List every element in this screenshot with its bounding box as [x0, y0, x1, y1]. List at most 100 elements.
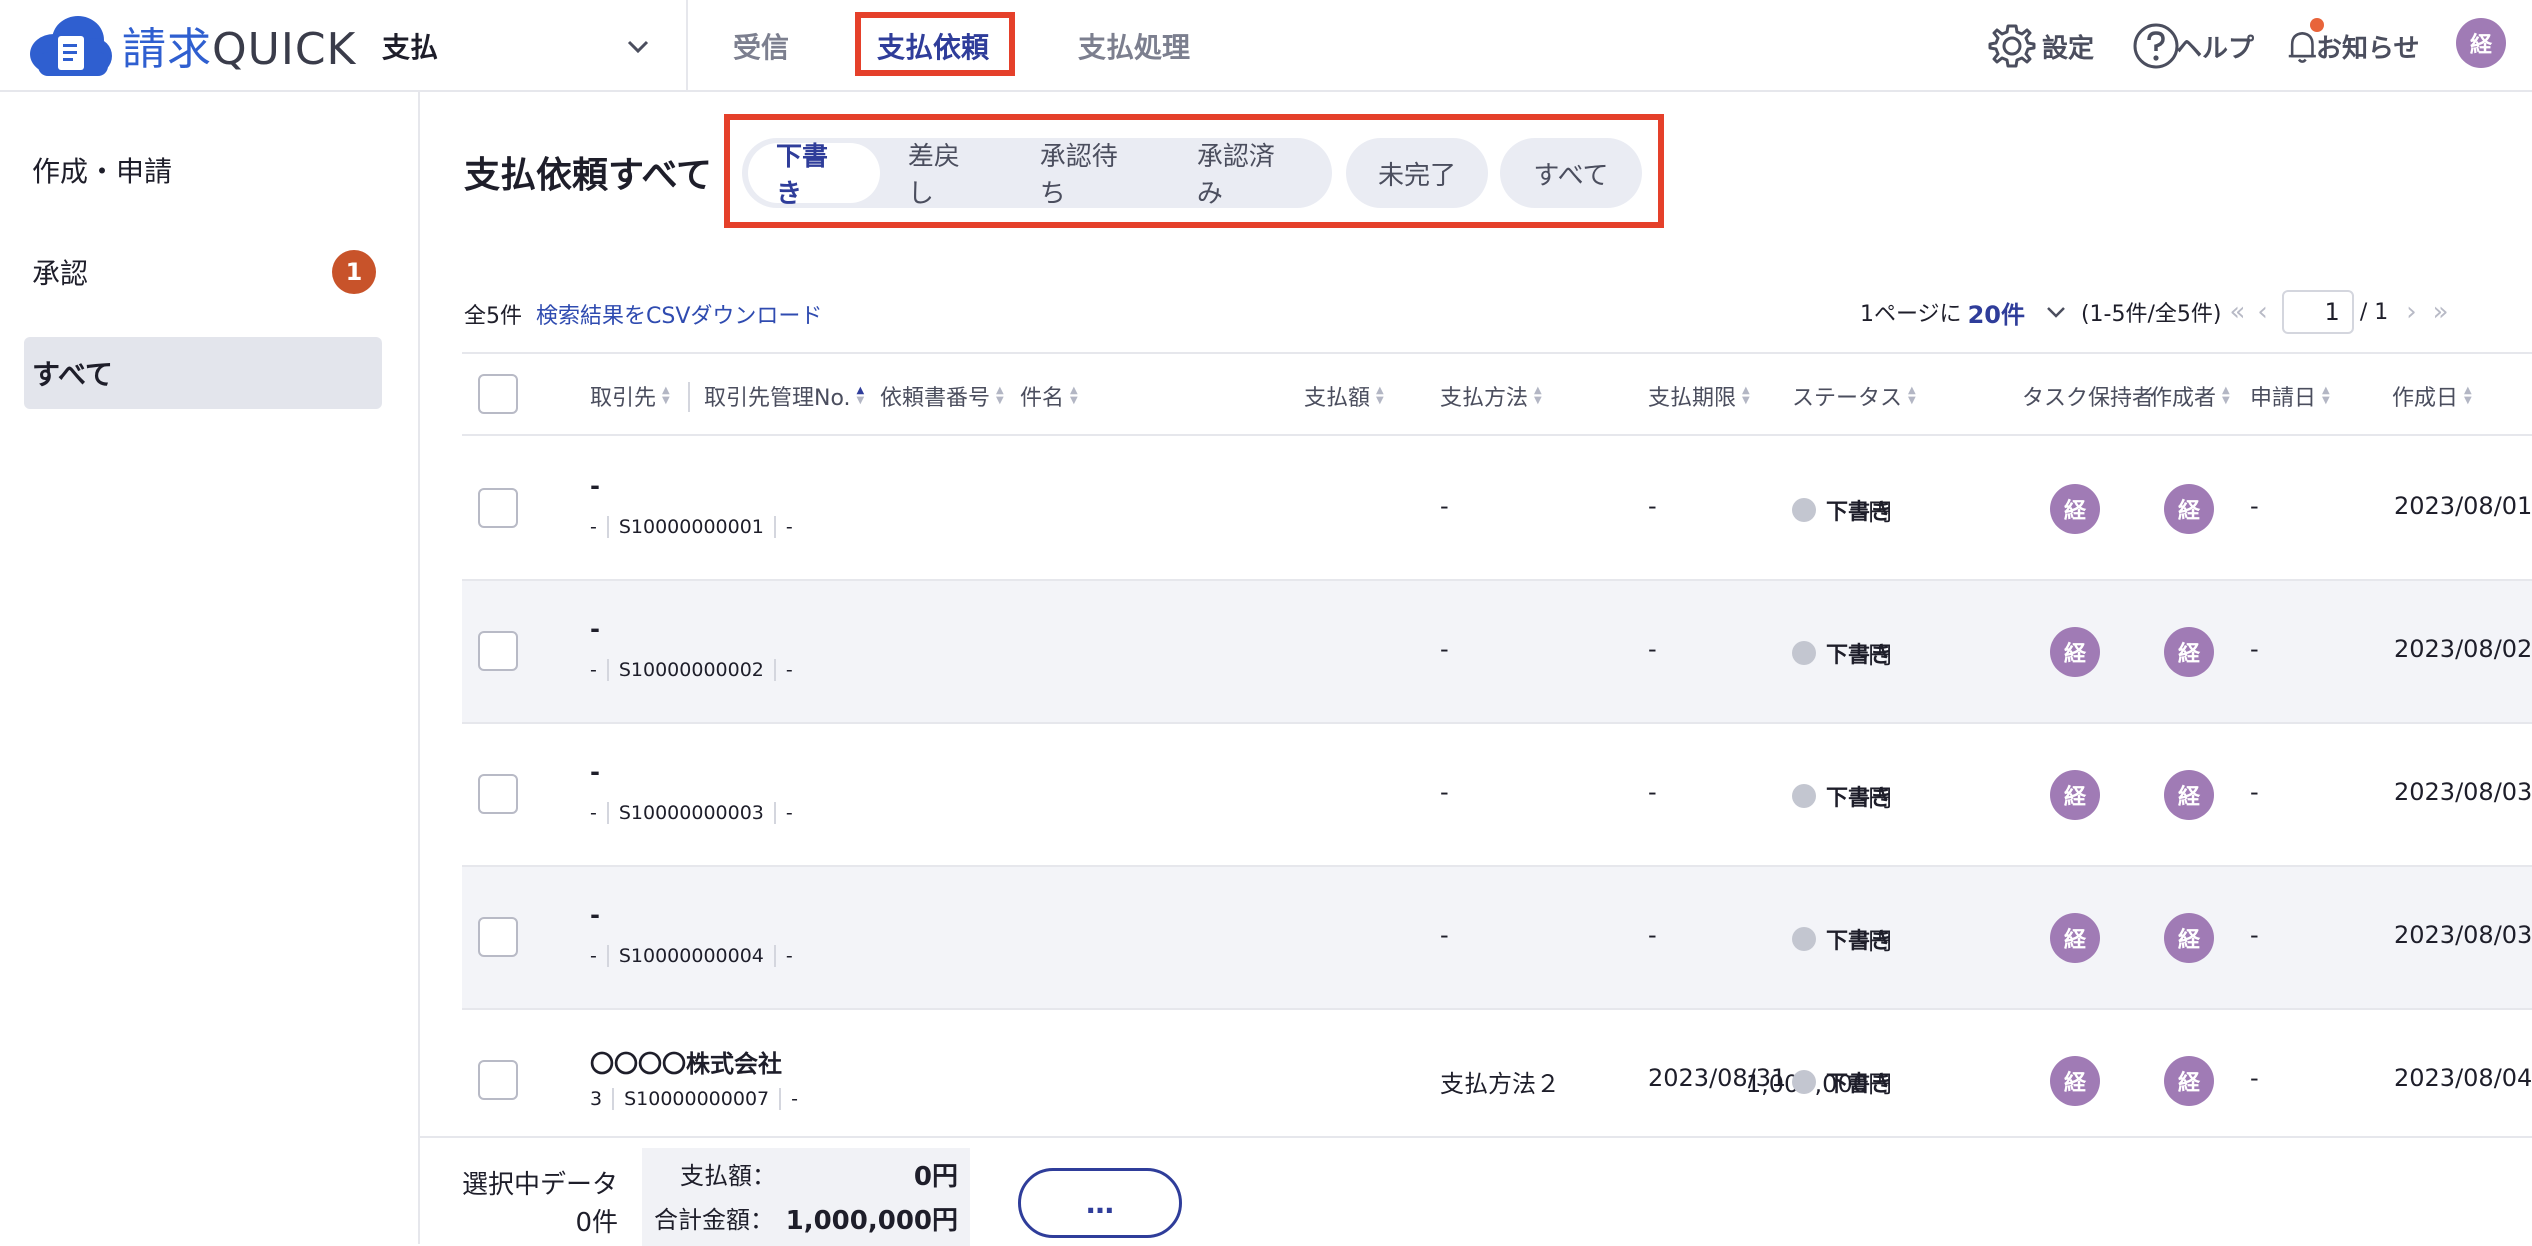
chevron-down-icon [627, 40, 649, 54]
status-filter-group: 下書き 差戻し 承認待ち 承認済み [742, 138, 1332, 209]
app-logo[interactable]: 請求QUICK [28, 12, 356, 78]
notification-dot [2310, 18, 2324, 32]
vendor-no: - [590, 516, 597, 538]
col-vendor[interactable]: 取引先 ▲ ▼ [590, 380, 670, 412]
sidebar-item-create-apply[interactable]: 作成・申請 [24, 134, 382, 206]
first-page-icon[interactable]: « [2229, 297, 2245, 327]
status-label: 下書き [1826, 500, 1893, 525]
applied-date: - [2250, 778, 2259, 806]
sort-icon: ▲ ▼ [662, 385, 670, 406]
filter-incomplete[interactable]: 未完了 [1346, 143, 1488, 203]
request-no: S10000000001 [618, 516, 764, 538]
filter-returned[interactable]: 差戻し [880, 142, 1012, 209]
vendor-name: - [590, 758, 600, 786]
col-created-date[interactable]: 作成日 ▲ ▼ [2392, 380, 2472, 412]
col-amount[interactable]: 支払額 ▲ ▼ [1304, 380, 1384, 412]
selected-data-summary: 選択中データ 0件 [462, 1166, 618, 1242]
col-due-date[interactable]: 支払期限 ▲ ▼ [1648, 380, 1750, 412]
created-date: 2023/08/03 [2394, 921, 2532, 949]
payment-due-date: - [1648, 778, 1657, 806]
module-selector[interactable]: 支払 [382, 18, 652, 74]
last-page-icon[interactable]: » [2433, 297, 2449, 327]
table-row[interactable]: - - S10000000004- -円 - - 下書き経経 -2023/08/03 [462, 867, 2532, 1010]
table-row[interactable]: - - S10000000003- -円 - - 下書き経経 -2023/08/03 [462, 724, 2532, 867]
row-checkbox[interactable] [478, 631, 518, 671]
chevron-down-icon[interactable] [2043, 299, 2069, 325]
subline-divider [606, 945, 609, 967]
payment-due-date: - [1648, 635, 1657, 663]
col-request-no[interactable]: 依頼書番号 ▲ ▼ [880, 380, 1004, 412]
prev-page-icon[interactable]: ‹ [2257, 297, 2267, 327]
filter-all[interactable]: すべて [1500, 143, 1642, 203]
sort-icon: ▲ ▼ [2322, 385, 2330, 406]
col-applied-date[interactable]: 申請日 ▲ ▼ [2250, 380, 2330, 412]
status-label: 下書き [1826, 929, 1893, 954]
row-checkbox[interactable] [478, 488, 518, 528]
subline-divider [606, 659, 609, 681]
range-text: (1-5件/全5件) [2080, 302, 2222, 327]
page-number-input[interactable]: 1 [2281, 290, 2354, 334]
task-holder-avatar: 経 [2050, 913, 2100, 963]
row-checkbox[interactable] [478, 774, 518, 814]
table-row[interactable]: - - S10000000001- -円 - - 下書き経経 -2023/08/01 [462, 438, 2532, 581]
col-method[interactable]: 支払方法 ▲ ▼ [1440, 380, 1542, 412]
table-row[interactable]: - - S10000000002- -円 - - 下書き経経 -2023/08/02 [462, 581, 2532, 724]
subject: - [785, 945, 793, 967]
task-holder-avatar: 経 [2050, 770, 2100, 820]
logo-latin: QUICK [212, 24, 357, 75]
notifications-label: お知らせ [2316, 33, 2420, 64]
app-header: 請求QUICK 支払 受信 支払依頼 支払処理 設定 ヘルプ お知らせ 経 [0, 0, 2532, 92]
next-page-icon[interactable]: › [2406, 297, 2416, 327]
filter-draft[interactable]: 下書き [748, 142, 880, 209]
payment-due-date: - [1648, 921, 1657, 949]
tab-payment-processing[interactable]: 支払処理 [1078, 20, 1190, 72]
sidebar-item-approval[interactable]: 承認 1 [24, 236, 382, 308]
col-status[interactable]: ステータス ▲ ▼ [1792, 380, 1916, 412]
subject: - [791, 1088, 798, 1110]
row-checkbox[interactable] [478, 1060, 518, 1100]
sidebar-item-all[interactable]: すべて [24, 337, 382, 409]
select-all-checkbox[interactable] [478, 374, 518, 414]
help-label: ヘルプ [2176, 33, 2255, 64]
status-badge: 下書き [1792, 494, 1892, 526]
sidebar-item-label: すべて [32, 358, 113, 391]
tab-payment-request[interactable]: 支払依頼 [877, 20, 989, 72]
more-actions-button[interactable]: … [1018, 1168, 1182, 1238]
sort-icon: ▲ ▼ [856, 385, 865, 406]
created-date: 2023/08/04 [2394, 1064, 2532, 1092]
help-circle-icon [2133, 23, 2179, 69]
selected-data-count: 0件 [575, 1208, 619, 1238]
table-row[interactable]: 〇〇〇〇株式会社 3 S10000000007-1,000,000円 支払方法２ 202… [462, 1010, 2532, 1153]
created-date: 2023/08/02 [2394, 635, 2532, 663]
tab-receive[interactable]: 受信 [733, 20, 789, 72]
col-creator[interactable]: 作成者 ▲ ▼ [2150, 380, 2230, 412]
total-count: 全5件 [464, 304, 522, 329]
subline-divider [612, 1088, 615, 1110]
logo-wordmark: 請求QUICK [122, 13, 356, 77]
settings-button[interactable]: 設定 [1986, 16, 2094, 76]
task-holder-avatar: 経 [2050, 627, 2100, 677]
notifications-button[interactable]: お知らせ [2282, 16, 2419, 76]
payment-due-date: 2023/08/31 [1648, 1064, 1787, 1092]
col-subject[interactable]: 件名 ▲ ▼ [1020, 380, 1078, 412]
creator-avatar: 経 [2164, 913, 2214, 963]
filter-awaiting-approval[interactable]: 承認待ち [1012, 142, 1169, 209]
row-checkbox[interactable] [478, 917, 518, 957]
sort-icon: ▲ ▼ [1376, 385, 1384, 406]
status-label: 下書き [1826, 643, 1893, 668]
col-vendor-no[interactable]: 取引先管理No. ▲ ▼ [704, 380, 864, 412]
status-dot [1792, 641, 1816, 665]
vendor-name: - [590, 615, 600, 643]
csv-download-link[interactable]: 検索結果をCSVダウンロード [536, 298, 822, 330]
request-no: S10000000007 [624, 1088, 770, 1110]
help-button[interactable]: ヘルプ [2130, 16, 2254, 76]
status-dot [1792, 1070, 1816, 1094]
filter-approved[interactable]: 承認済み [1169, 142, 1326, 209]
amount-summary-box: 支払額： 0円 合計金額： 1,000,000円 [642, 1148, 970, 1246]
gear-icon [1988, 24, 2036, 68]
subline-divider [773, 659, 776, 681]
user-avatar[interactable]: 経 [2456, 18, 2506, 68]
applied-date: - [2250, 635, 2259, 663]
per-page-select[interactable]: 20件 [1968, 295, 2025, 330]
subject: - [785, 516, 793, 538]
